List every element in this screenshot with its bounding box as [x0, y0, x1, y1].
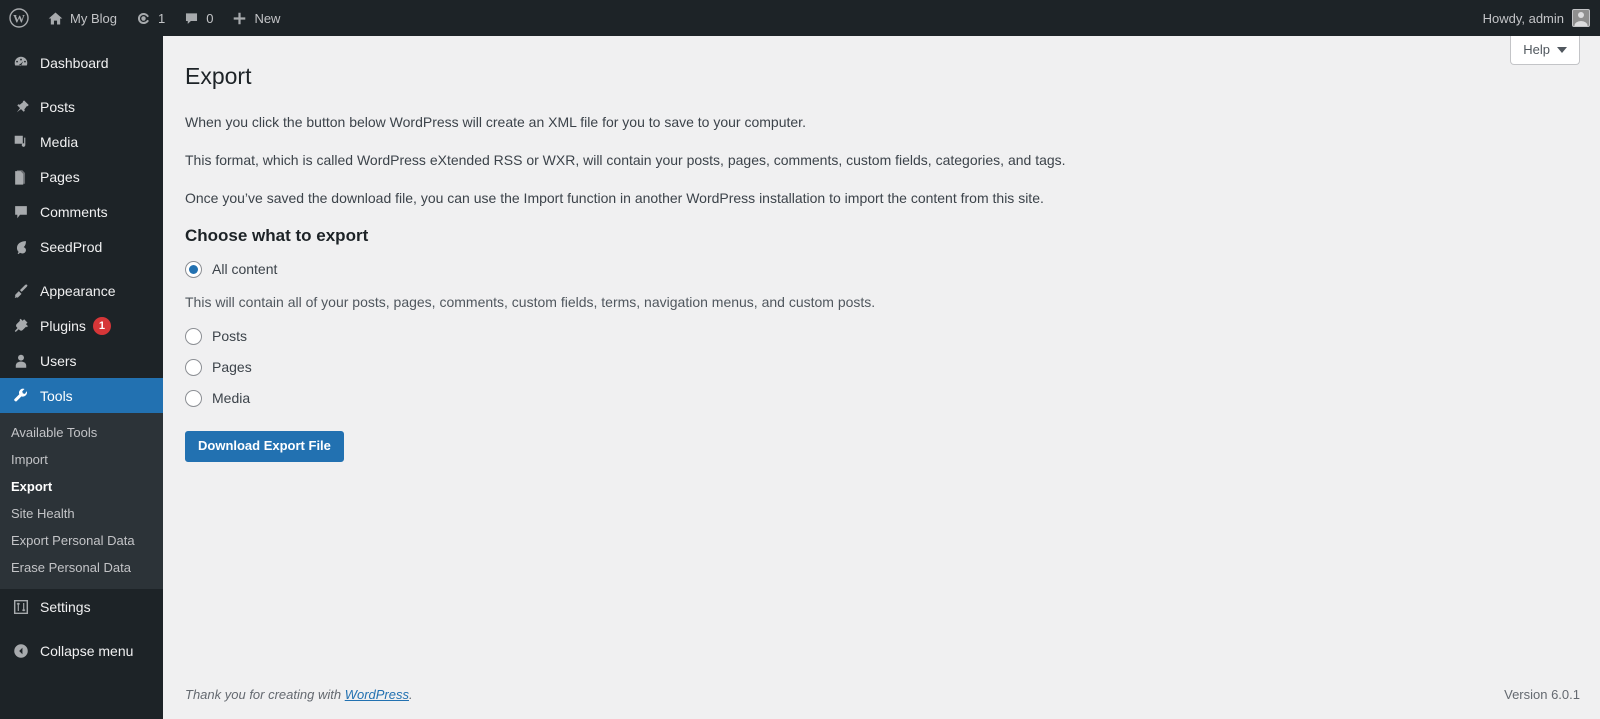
comments-button[interactable]: 0: [174, 0, 222, 36]
radio-option-pages[interactable]: Pages: [185, 358, 1600, 376]
user-icon: [11, 351, 31, 371]
pin-icon: [11, 97, 31, 117]
avatar: [1572, 9, 1590, 27]
sidebar-item-media[interactable]: Media: [0, 124, 163, 159]
radio-button-pages[interactable]: [185, 358, 202, 376]
comment-icon: [11, 202, 31, 222]
plugin-icon: [11, 316, 31, 336]
sidebar-item-label: Appearance: [40, 282, 116, 299]
sidebar-item-label: SeedProd: [40, 238, 103, 255]
export-description-2: This format, which is called WordPress e…: [185, 151, 1066, 168]
radio-label: Pages: [212, 359, 252, 376]
radio-button-all-content[interactable]: [185, 260, 202, 278]
collapse-menu-label: Collapse menu: [40, 642, 134, 659]
sidebar-item-label: Pages: [40, 168, 80, 185]
comments-count: 0: [206, 10, 214, 26]
submenu-item-site-health[interactable]: Site Health: [0, 500, 163, 527]
radio-option-posts[interactable]: Posts: [185, 327, 1600, 345]
page-title: Export: [185, 63, 252, 89]
settings-icon: [11, 597, 31, 617]
radio-option-media[interactable]: Media: [185, 389, 1600, 407]
submenu-item-available-tools[interactable]: Available Tools: [0, 419, 163, 446]
wordpress-logo-icon: W: [9, 8, 29, 28]
new-content-button[interactable]: New: [222, 0, 289, 36]
wordpress-link[interactable]: WordPress: [345, 687, 409, 702]
sidebar-item-label: Media: [40, 133, 79, 150]
help-tab-button[interactable]: Help: [1510, 36, 1580, 65]
new-content-label: New: [254, 10, 281, 26]
menu-separator-3: [0, 624, 163, 633]
sidebar-item-label: Tools: [40, 387, 73, 404]
sidebar-item-label: Posts: [40, 98, 76, 115]
updates-count: 1: [157, 10, 166, 26]
chevron-down-icon: [1557, 46, 1567, 53]
dashboard-icon: [11, 53, 31, 73]
comment-bubble-icon: [183, 10, 200, 27]
radio-label: All content: [212, 261, 278, 278]
radio-button-posts[interactable]: [185, 327, 202, 345]
page-icon: [11, 167, 31, 187]
site-name-button[interactable]: My Blog: [38, 0, 126, 36]
wordpress-version: Version 6.0.1: [1504, 686, 1580, 702]
footer-credit: Thank you for creating with WordPress.: [185, 687, 413, 702]
wordpress-logo-button[interactable]: W: [0, 0, 38, 36]
sidebar-item-dashboard[interactable]: Dashboard: [0, 45, 163, 80]
admin-sidebar: Dashboard Posts Media Pages Comments See…: [0, 36, 171, 719]
collapse-arrow-icon: [11, 641, 31, 661]
download-export-file-button[interactable]: Download Export File: [185, 430, 344, 463]
choose-what-to-export-heading: Choose what to export: [185, 225, 369, 245]
submenu-item-erase-personal-data[interactable]: Erase Personal Data: [0, 554, 163, 581]
submenu-item-export-personal-data[interactable]: Export Personal Data: [0, 527, 163, 554]
svg-text:W: W: [13, 12, 25, 26]
all-content-helper-text: This will contain all of your posts, pag…: [185, 293, 876, 310]
radio-button-media[interactable]: [185, 389, 202, 407]
sidebar-item-label: Comments: [40, 203, 108, 220]
plus-icon: [231, 10, 248, 27]
export-description-3: Once you’ve saved the download file, you…: [185, 189, 1044, 206]
sidebar-item-tools[interactable]: Tools: [0, 378, 171, 413]
updates-icon: [135, 10, 152, 27]
radio-label: Media: [212, 390, 251, 407]
brush-icon: [11, 281, 31, 301]
sidebar-item-pages[interactable]: Pages: [0, 159, 163, 194]
menu-separator-2: [0, 264, 163, 273]
help-tab-label: Help: [1523, 42, 1550, 57]
sidebar-item-seedprod[interactable]: SeedProd: [0, 229, 163, 264]
updates-button[interactable]: 1: [126, 0, 174, 36]
radio-label: Posts: [212, 328, 248, 345]
menu-separator-1: [0, 80, 163, 89]
howdy-label: Howdy, admin: [1482, 10, 1564, 26]
menu-separator-top: [0, 36, 163, 45]
footer-credit-prefix: Thank you for creating with: [185, 686, 345, 702]
wrench-icon: [11, 386, 31, 406]
sidebar-item-label: Dashboard: [40, 54, 109, 71]
seedprod-icon: [11, 237, 31, 257]
admin-bar: W My Blog 1 0 New Howdy, admin: [0, 0, 1600, 36]
export-description-1: When you click the button below WordPres…: [185, 113, 806, 130]
media-icon: [11, 132, 31, 152]
plugins-update-badge: 1: [92, 316, 111, 335]
submenu-item-export[interactable]: Export: [0, 473, 163, 500]
sidebar-item-comments[interactable]: Comments: [0, 194, 163, 229]
admin-footer: Thank you for creating with WordPress. V…: [163, 669, 1600, 719]
sidebar-item-posts[interactable]: Posts: [0, 89, 163, 124]
sidebar-item-users[interactable]: Users: [0, 343, 163, 378]
admin-bar-account[interactable]: Howdy, admin: [1483, 9, 1600, 27]
collapse-menu-button[interactable]: Collapse menu: [0, 633, 163, 668]
export-page-wrap: Export When you click the button below W…: [163, 36, 1600, 463]
radio-option-all-content[interactable]: All content: [185, 260, 1600, 278]
sidebar-item-label: Users: [40, 352, 77, 369]
submenu-item-import[interactable]: Import: [0, 446, 163, 473]
tools-submenu: Available Tools Import Export Site Healt…: [0, 413, 163, 589]
sidebar-item-plugins[interactable]: Plugins 1: [0, 308, 163, 343]
site-name-label: My Blog: [70, 10, 117, 26]
sidebar-item-label: Settings: [40, 598, 91, 615]
sidebar-item-settings[interactable]: Settings: [0, 589, 163, 624]
main-content: Help Export When you click the button be…: [163, 36, 1600, 719]
home-icon: [47, 10, 64, 27]
sidebar-item-appearance[interactable]: Appearance: [0, 273, 163, 308]
footer-credit-suffix: .: [409, 686, 413, 702]
sidebar-item-label: Plugins: [40, 317, 86, 334]
